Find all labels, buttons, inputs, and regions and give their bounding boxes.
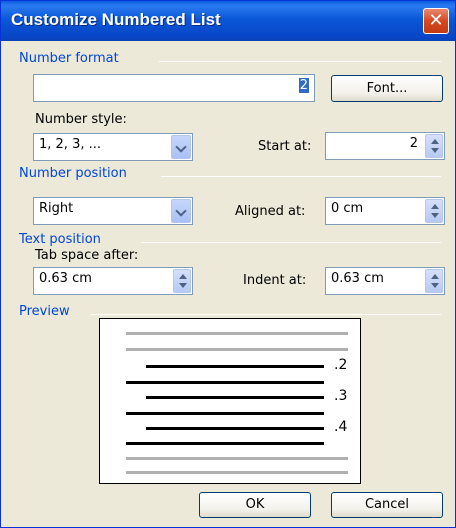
preview-number-3: .3 — [334, 388, 348, 404]
spin-down-icon[interactable] — [431, 283, 439, 288]
preview-list-line — [146, 427, 324, 430]
spin-down-icon[interactable] — [179, 283, 187, 288]
text-position-divider — [141, 242, 441, 243]
preview-list-line — [146, 396, 324, 399]
ok-button-label: OK — [245, 497, 265, 512]
number-style-dropdown-button[interactable] — [171, 135, 191, 159]
spin-up-icon[interactable] — [431, 204, 439, 209]
preview-placeholder-line — [126, 332, 348, 335]
start-at-label: Start at: — [258, 139, 312, 154]
number-format-section-label: Number format — [19, 51, 119, 66]
aligned-at-label: Aligned at: — [235, 204, 306, 219]
number-format-divider — [159, 61, 441, 62]
cancel-button-label: Cancel — [364, 497, 410, 512]
aligned-at-spinner[interactable] — [425, 199, 443, 223]
dialog-title: Customize Numbered List — [11, 10, 221, 29]
start-at-spinner[interactable] — [425, 134, 443, 158]
preview-placeholder-line — [126, 348, 348, 351]
spin-up-icon[interactable] — [431, 139, 439, 144]
number-format-value: 2 — [298, 78, 309, 93]
preview-list-line — [126, 442, 324, 445]
preview-list-line — [146, 365, 324, 368]
spin-up-icon[interactable] — [179, 274, 187, 279]
tab-space-after-value: 0.63 cm — [39, 271, 92, 286]
indent-at-value: 0.63 cm — [331, 271, 384, 286]
preview-section-label: Preview — [19, 304, 70, 319]
preview-list-line — [126, 381, 324, 384]
preview-placeholder-line — [126, 457, 348, 460]
preview-number-2: .2 — [334, 357, 348, 373]
number-position-dropdown-button[interactable] — [171, 199, 191, 223]
number-position-value: Right — [39, 201, 74, 216]
font-button[interactable]: Font... — [331, 75, 443, 102]
ok-button[interactable]: OK — [199, 492, 311, 518]
number-style-label: Number style: — [35, 112, 127, 127]
indent-at-label: Indent at: — [243, 273, 307, 288]
preview-placeholder-line — [126, 471, 348, 474]
aligned-at-value: 0 cm — [331, 201, 364, 216]
indent-at-spinner[interactable] — [425, 269, 443, 293]
spin-down-icon[interactable] — [431, 148, 439, 153]
spin-down-icon[interactable] — [431, 213, 439, 218]
close-button[interactable]: ✕ — [423, 8, 449, 34]
number-position-divider — [161, 176, 441, 177]
title-bar[interactable]: Customize Numbered List ✕ — [1, 1, 455, 41]
customize-numbered-list-dialog: Customize Numbered List ✕ Number format … — [0, 0, 456, 528]
start-at-value: 2 — [409, 136, 418, 151]
preview-number-4: .4 — [334, 419, 348, 435]
preview-list-line — [126, 412, 324, 415]
preview-divider — [91, 314, 441, 315]
spin-up-icon[interactable] — [431, 274, 439, 279]
preview-box: .2 .3 .4 — [99, 318, 361, 484]
number-format-input[interactable]: 2 — [33, 74, 315, 102]
number-position-section-label: Number position — [19, 166, 127, 181]
close-icon: ✕ — [428, 10, 444, 31]
number-style-dropdown[interactable]: 1, 2, 3, ... — [33, 133, 193, 161]
font-button-label: Font... — [366, 81, 408, 96]
tab-space-after-input[interactable]: 0.63 cm — [33, 267, 193, 295]
number-position-dropdown[interactable]: Right — [33, 197, 193, 225]
tab-space-after-label: Tab space after: — [35, 248, 139, 263]
tab-space-after-spinner[interactable] — [173, 269, 191, 293]
cancel-button[interactable]: Cancel — [331, 492, 443, 518]
number-style-value: 1, 2, 3, ... — [39, 137, 102, 152]
text-position-section-label: Text position — [19, 232, 101, 247]
